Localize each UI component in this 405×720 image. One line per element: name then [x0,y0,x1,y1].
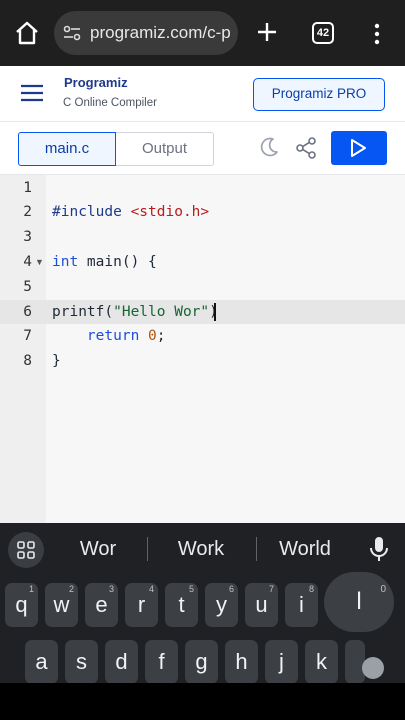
browser-toolbar: programiz.com/c-pr 42 [0,0,405,66]
line-number: 5 [23,278,32,295]
tab-main-c[interactable]: main.c [18,132,116,166]
key-label: e [95,592,108,617]
suggestion-1[interactable]: Wor [60,537,136,561]
share-icon[interactable] [294,136,318,160]
key-q[interactable]: q1 [5,583,38,627]
key-hint: 3 [108,584,114,594]
key-label: w [53,592,70,617]
site-header: Programiz C Online Compiler Programiz PR… [0,66,405,122]
suggestion-2[interactable]: Work [160,537,242,561]
key-hint: 7 [268,584,274,594]
key-hint: 4 [148,584,154,594]
key-i[interactable]: i8 [285,583,318,627]
code-line[interactable]: 3 [0,225,405,250]
suggestion-divider [147,537,148,561]
key-hint: 2 [68,584,74,594]
key-hint: 6 [228,584,234,594]
code-line-active[interactable]: 6 printf("Hello Wor") [0,299,405,325]
key-t[interactable]: t5 [165,583,198,627]
tab-switcher-button[interactable]: 42 [312,22,334,44]
system-nav-bar [0,683,405,720]
code-line[interactable]: 4 ▼ int main() { [0,250,405,275]
code-text[interactable]: int main() { [52,250,157,275]
more-menu-icon[interactable] [366,22,388,46]
code-text[interactable]: #include <stdio.h> [52,200,209,225]
key-label: l [356,588,362,615]
key-hint: 5 [188,584,194,594]
key-hint: 8 [308,584,314,594]
key-f[interactable]: f [145,640,178,684]
key-a[interactable]: a [25,640,58,684]
key-popup-preview: l 0 [324,572,394,632]
run-button[interactable] [331,131,387,165]
code-line[interactable]: 7 return 0; [0,324,405,349]
code-line[interactable]: 1 [0,176,405,201]
compiler-subtitle: C Online Compiler [63,97,157,109]
url-text[interactable]: programiz.com/c-pr [90,23,230,43]
key-s[interactable]: s [65,640,98,684]
line-number: 4 [23,253,32,270]
key-label: q [15,592,28,617]
key-h[interactable]: h [225,640,258,684]
grid-icon [17,541,35,559]
cursor-drag-handle[interactable] [362,657,384,679]
code-line[interactable]: 8 } [0,349,405,374]
key-hint: 1 [28,584,34,594]
suggestion-divider [256,537,257,561]
key-r[interactable]: r4 [125,583,158,627]
key-label: i [299,592,304,617]
code-text[interactable]: } [52,349,61,374]
key-k[interactable]: k [305,640,338,684]
fold-arrow-icon[interactable]: ▼ [35,250,44,275]
line-number: 7 [23,328,32,345]
hamburger-menu-icon[interactable] [20,83,44,103]
key-hint: 0 [380,584,386,595]
key-label: r [137,592,146,617]
keyboard-apps-button[interactable] [8,532,44,568]
line-number: 8 [23,353,32,370]
text-cursor [214,302,216,321]
address-bar[interactable]: programiz.com/c-pr [54,11,238,55]
key-label: u [255,592,268,617]
new-tab-icon[interactable] [255,20,279,44]
suggestion-bar: Wor Work World [0,523,405,575]
key-u[interactable]: u7 [245,583,278,627]
key-g[interactable]: g [185,640,218,684]
key-w[interactable]: w2 [45,583,78,627]
suggestion-3[interactable]: World [268,537,342,561]
code-editor[interactable]: 1 2 #include <stdio.h> 3 4 ▼ int main() … [0,175,405,523]
key-e[interactable]: e3 [85,583,118,627]
line-number: 2 [23,204,32,221]
code-text[interactable]: printf("Hello Wor") [52,300,218,325]
tab-output[interactable]: Output [116,132,214,166]
key-label: t [178,592,185,617]
line-number: 3 [23,229,32,246]
code-line[interactable]: 5 [0,275,405,300]
code-line[interactable]: 2 #include <stdio.h> [0,200,405,225]
programiz-pro-button[interactable]: Programiz PRO [253,78,385,111]
play-icon [351,139,366,157]
logo-text: Programiz [64,75,128,90]
home-icon[interactable] [12,18,42,48]
key-d[interactable]: d [105,640,138,684]
key-y[interactable]: y6 [205,583,238,627]
dark-mode-icon[interactable] [258,136,280,158]
line-number: 6 [23,303,32,320]
key-l-partial[interactable] [345,640,365,684]
key-label: y [216,592,227,617]
site-settings-icon[interactable] [62,23,82,43]
microphone-icon[interactable] [368,535,390,563]
code-text[interactable]: return 0; [52,324,166,349]
line-number: 1 [23,179,32,196]
programiz-logo[interactable]: Programiz [64,73,128,93]
key-j[interactable]: j [265,640,298,684]
